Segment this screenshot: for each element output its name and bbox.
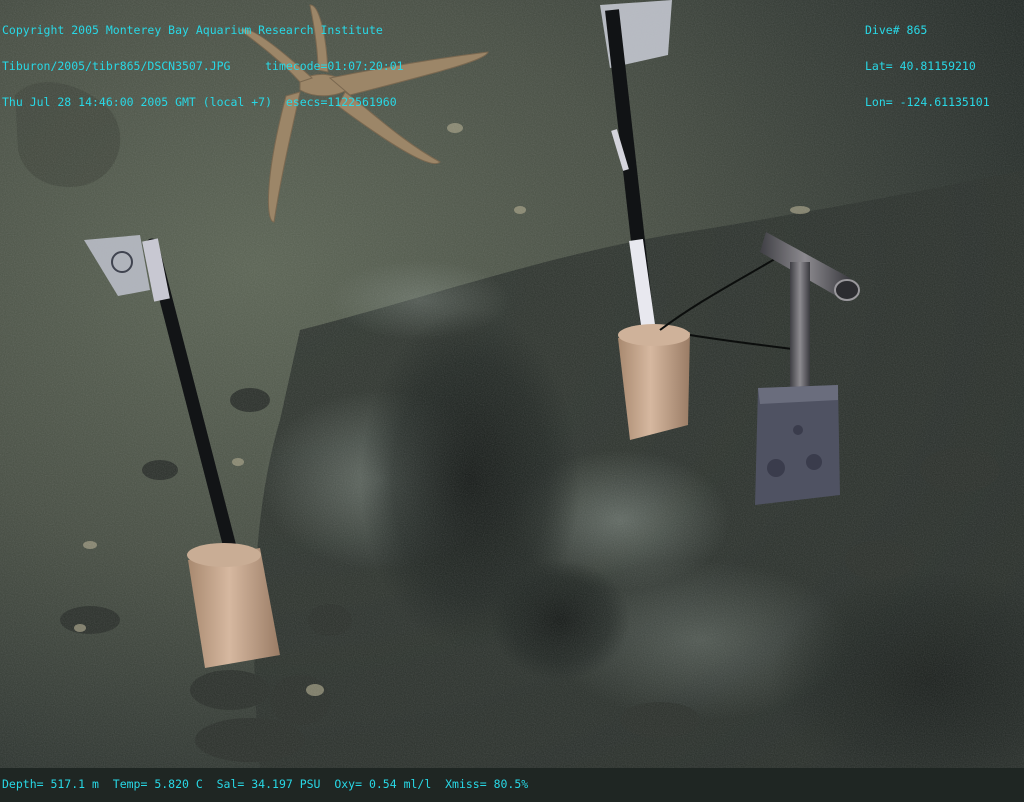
overlay-sensor-readout: Depth= 517.1 m Temp= 5.820 C Sal= 34.197…	[2, 754, 528, 802]
datetime-esecs-text: Thu Jul 28 14:46:00 2005 GMT (local +7) …	[2, 95, 397, 109]
longitude-text: Lon= -124.61135101	[865, 95, 990, 109]
copyright-text: Copyright 2005 Monterey Bay Aquarium Res…	[2, 23, 383, 37]
overlay-header-left: Copyright 2005 Monterey Bay Aquarium Res…	[2, 0, 404, 120]
overlay-header-right: Dive# 865 Lat= 40.81159210 Lon= -124.611…	[865, 0, 990, 120]
latitude-text: Lat= 40.81159210	[865, 59, 976, 73]
sensor-readout-text: Depth= 517.1 m Temp= 5.820 C Sal= 34.197…	[2, 777, 529, 791]
right-core-tube	[618, 324, 690, 440]
file-timecode-text: Tiburon/2005/tibr865/DSCN3507.JPG timeco…	[2, 59, 404, 73]
instrument-box	[755, 385, 840, 505]
dive-number-text: Dive# 865	[865, 23, 928, 37]
